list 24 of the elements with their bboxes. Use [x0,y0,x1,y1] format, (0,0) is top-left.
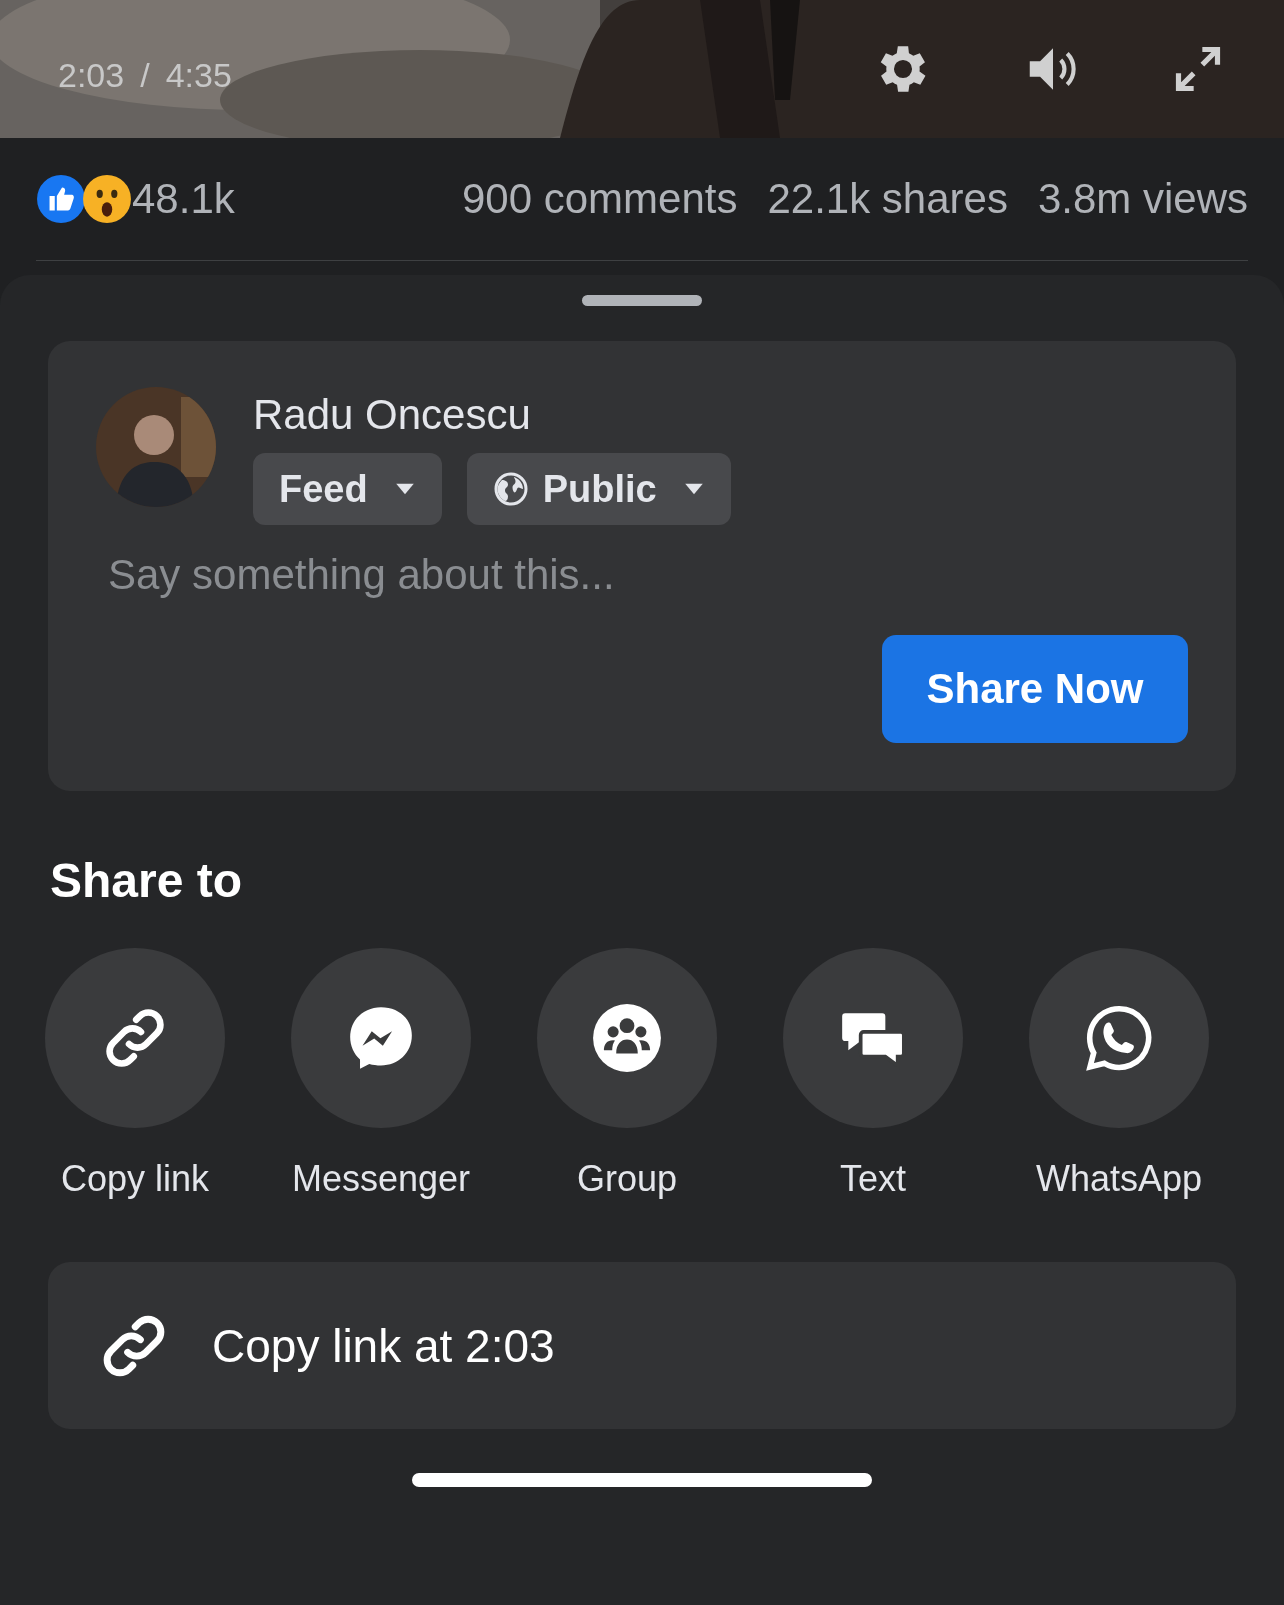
drag-handle[interactable] [582,295,702,306]
share-target-label: Group [576,1158,678,1200]
post-input-field[interactable]: Say something about this... [108,551,1188,621]
share-target-label: WhatsApp [1035,1158,1203,1200]
share-target-label: Messenger [291,1158,471,1200]
views-count: 3.8m views [1037,175,1248,223]
share-now-button[interactable]: Share Now [882,635,1188,743]
copy-link-at-button[interactable]: Copy link at 2:03 [48,1262,1236,1429]
section-title: Share to [50,853,244,908]
time-separator: / [140,55,150,95]
shares-count[interactable]: 22.1k shares [767,175,1008,223]
group-icon [590,1001,664,1075]
like-icon [36,174,86,224]
globe-icon [492,471,529,507]
comments-count[interactable]: 900 comments [462,175,738,223]
share-target-label: Text [840,1158,906,1200]
user-name: Radu Oncescu [253,391,532,439]
wow-icon [82,174,132,224]
audience-button[interactable]: Public [466,453,731,525]
share-target-label: Copy link [60,1158,210,1200]
duration: 4:35 [165,55,232,95]
current-time: 2:03 [58,55,125,95]
destination-button[interactable]: Feed [253,453,442,525]
reaction-count: 48.1k [132,175,235,223]
